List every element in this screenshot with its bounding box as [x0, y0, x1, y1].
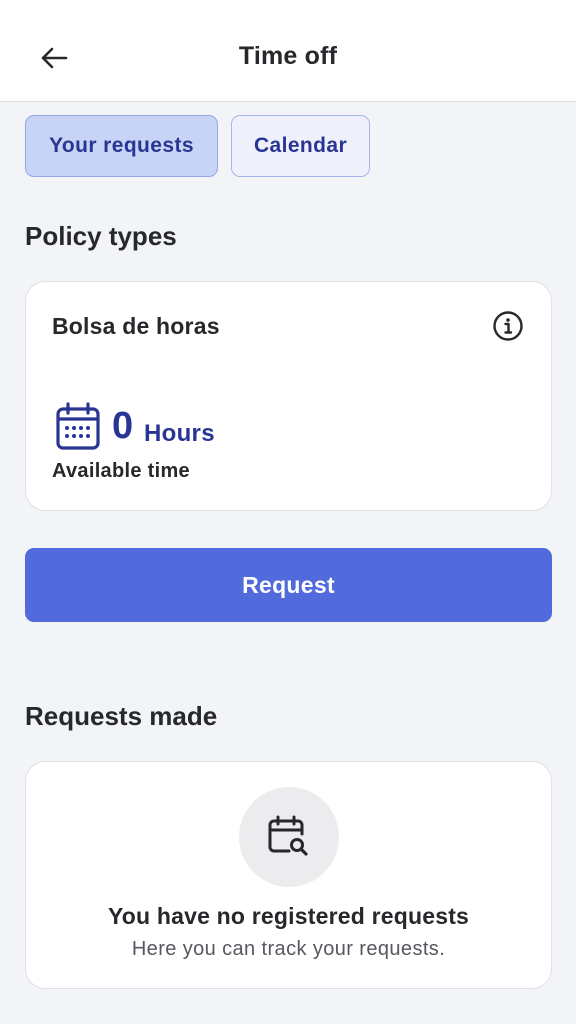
info-icon[interactable] — [492, 310, 524, 342]
empty-state-title: You have no registered requests — [107, 903, 470, 929]
page-title: Time off — [238, 42, 338, 70]
available-hours-unit: Hours — [144, 420, 215, 447]
policy-card[interactable]: Bolsa de horas 0 Hours Available time — [25, 281, 552, 511]
requests-made-heading: Requests made — [25, 701, 218, 731]
app-header: Time off — [0, 0, 576, 102]
request-button[interactable]: Request — [25, 548, 552, 622]
tab-calendar[interactable]: Calendar — [231, 115, 370, 177]
empty-requests-card: You have no registered requests Here you… — [25, 761, 552, 989]
available-time-label: Available time — [52, 460, 190, 482]
policy-types-heading: Policy types — [25, 221, 177, 251]
calendar-icon — [56, 402, 100, 450]
policy-name: Bolsa de horas — [52, 313, 220, 339]
calendar-search-icon — [268, 815, 308, 856]
available-hours-value: 0 — [112, 405, 134, 447]
empty-state-icon-container — [239, 787, 339, 887]
tab-your-requests[interactable]: Your requests — [25, 115, 218, 177]
empty-state-subtitle: Here you can track your requests. — [131, 938, 446, 960]
